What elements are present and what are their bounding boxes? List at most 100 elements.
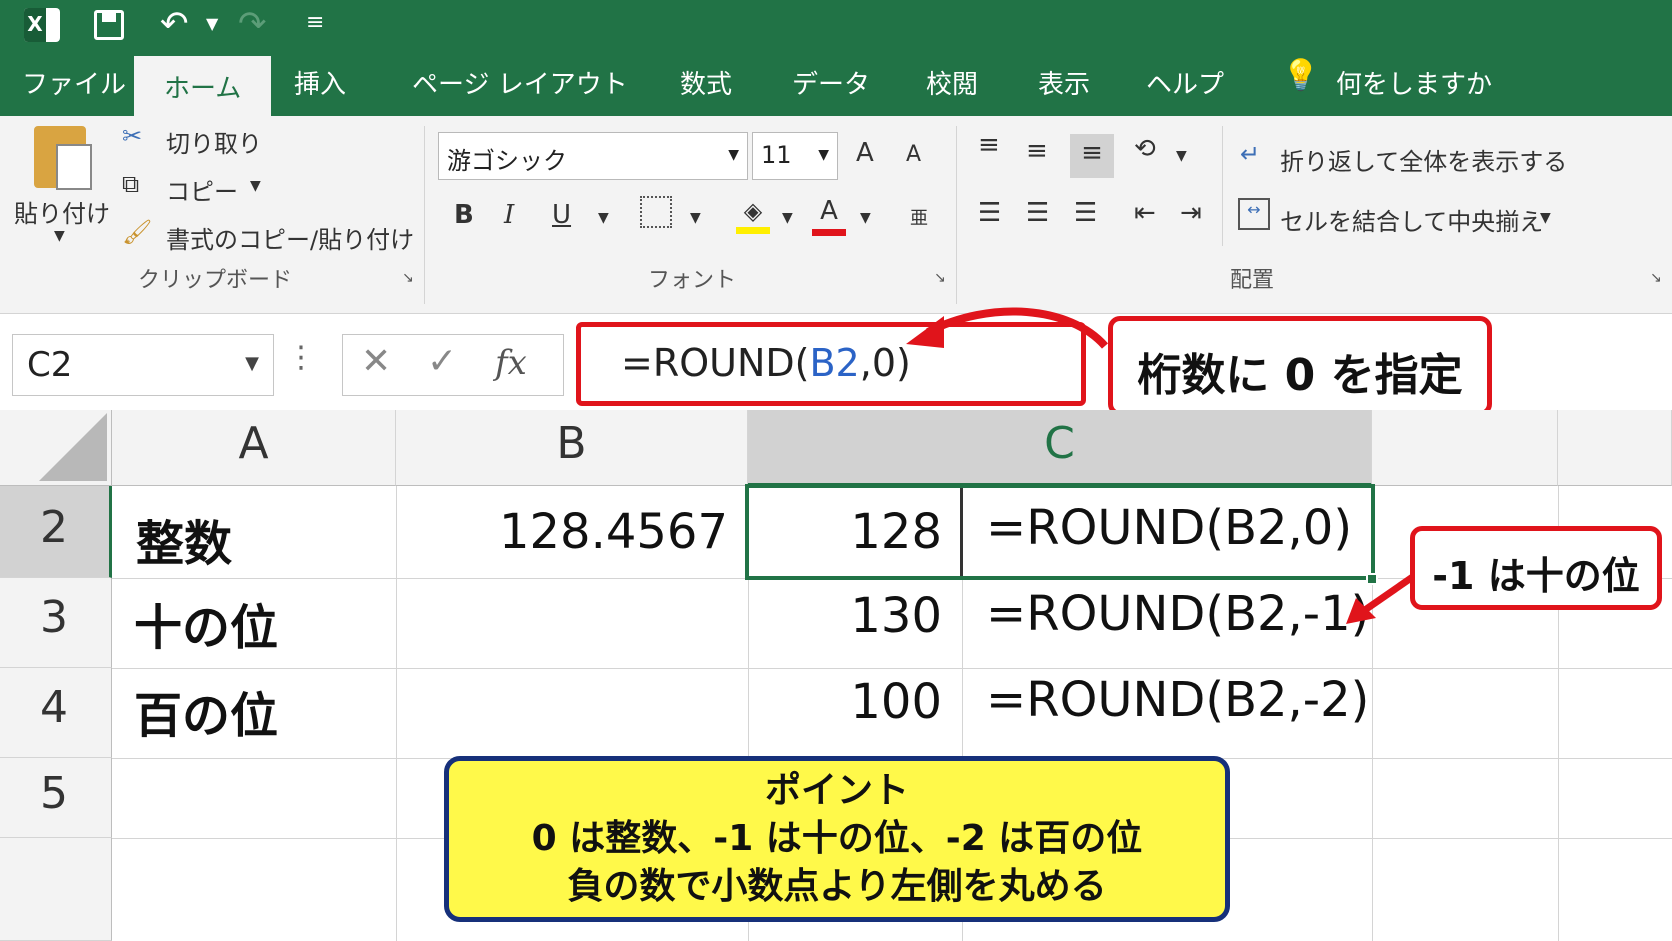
redo-icon[interactable]: ↷	[238, 4, 267, 44]
font-launcher-icon[interactable]: ↘	[934, 270, 946, 286]
paste-dropdown-icon[interactable]: ▼	[54, 228, 65, 244]
ribbon: 貼り付け ▼ ✂ 切り取り ⧉ コピー ▼ 🖌 書式のコピー/貼り付け クリップ…	[0, 116, 1672, 314]
clipboard-launcher-icon[interactable]: ↘	[402, 270, 414, 286]
copy-button[interactable]: コピー	[166, 172, 238, 207]
border-dropdown-icon[interactable]: ▼	[690, 210, 701, 226]
fill-color-icon[interactable]: ◈	[736, 196, 770, 234]
tab-view[interactable]: 表示	[1038, 64, 1090, 101]
row-header-6[interactable]	[0, 838, 112, 941]
merge-center-button[interactable]: セルを結合して中央揃え	[1280, 202, 1543, 237]
divider	[424, 126, 425, 304]
font-color-icon[interactable]: A	[812, 196, 846, 236]
arrow-icon	[1346, 573, 1416, 624]
tab-file[interactable]: ファイル	[22, 64, 126, 101]
bold-icon[interactable]: B	[454, 200, 474, 230]
column-header-a[interactable]: A	[112, 410, 396, 486]
row-header-2[interactable]: 2	[0, 486, 112, 578]
shrink-font-icon[interactable]: A	[906, 142, 921, 167]
fill-color-dropdown-icon[interactable]: ▼	[782, 210, 793, 226]
align-left-icon[interactable]: ☰	[978, 198, 1001, 228]
align-right-icon[interactable]: ☰	[1074, 198, 1097, 228]
cut-button[interactable]: 切り取り	[166, 124, 262, 159]
select-all-corner[interactable]	[0, 410, 112, 486]
cell-c2[interactable]: 128	[850, 504, 942, 560]
paste-icon[interactable]	[34, 126, 92, 190]
phonetic-icon[interactable]: 亜	[910, 204, 928, 230]
copy-icon[interactable]: ⧉	[122, 170, 139, 198]
align-middle-icon[interactable]: ≡	[1026, 136, 1048, 166]
point-title: ポイント	[764, 770, 909, 811]
merge-dropdown-icon[interactable]: ▼	[1540, 210, 1551, 226]
enter-icon[interactable]: ✓	[427, 341, 457, 382]
underline-icon[interactable]: U	[552, 200, 571, 230]
formula-buttons: ✕ ✓ fx	[342, 334, 564, 396]
tab-help[interactable]: ヘルプ	[1146, 64, 1224, 101]
cell-d2[interactable]: =ROUND(B2,0)	[986, 500, 1352, 556]
font-size-dropdown[interactable]: 11 ▼	[752, 132, 838, 180]
grid-line	[396, 486, 397, 941]
wrap-text-button[interactable]: 折り返して全体を表示する	[1280, 142, 1567, 177]
name-box-value: C2	[27, 345, 73, 385]
cell-c4[interactable]: 100	[850, 674, 942, 730]
scissors-icon[interactable]: ✂	[122, 122, 142, 150]
formula-prefix: =ROUND(	[621, 341, 810, 385]
border-icon[interactable]	[640, 196, 672, 228]
callout-tens: -1 は十の位	[1410, 526, 1662, 610]
tab-home[interactable]: ホーム	[134, 56, 272, 116]
cell-divider	[960, 488, 963, 576]
row-header-4[interactable]: 4	[0, 668, 112, 758]
paste-button[interactable]: 貼り付け	[14, 194, 110, 229]
column-header-c[interactable]: C	[748, 410, 1372, 486]
format-painter-button[interactable]: 書式のコピー/貼り付け	[166, 220, 414, 255]
align-center-icon[interactable]: ☰	[1026, 198, 1049, 228]
font-color-letter: A	[820, 196, 838, 226]
cell-a4[interactable]: 百の位	[134, 676, 278, 746]
wrap-text-icon[interactable]: ↵	[1240, 140, 1260, 168]
more-icon[interactable]: ⋮	[286, 340, 316, 375]
orientation-icon[interactable]: ⟲	[1134, 134, 1156, 164]
row-header-3[interactable]: 3	[0, 578, 112, 668]
tab-page-layout[interactable]: ページ レイアウト	[412, 64, 628, 101]
cell-b2[interactable]: 128.4567	[499, 504, 728, 560]
undo-icon[interactable]: ↶	[160, 4, 189, 44]
tab-formulas[interactable]: 数式	[680, 64, 732, 101]
name-box[interactable]: C2 ▼	[12, 334, 274, 396]
cell-a2[interactable]: 整数	[136, 504, 232, 574]
cancel-icon[interactable]: ✕	[361, 341, 391, 382]
orientation-dropdown-icon[interactable]: ▼	[1176, 148, 1187, 164]
insert-function-icon[interactable]: fx	[495, 343, 527, 383]
merge-center-icon[interactable]: ↔	[1238, 198, 1270, 230]
align-top-icon[interactable]: ≡	[978, 130, 1000, 160]
customize-toolbar-icon[interactable]: ≡	[306, 10, 324, 35]
alignment-group-label: 配置	[1230, 268, 1275, 293]
cell-d4[interactable]: =ROUND(B2,-2)	[986, 672, 1369, 728]
tell-me-search[interactable]: 何をしますか	[1336, 64, 1492, 101]
tab-data[interactable]: データ	[792, 64, 870, 101]
tab-review[interactable]: 校閲	[926, 64, 978, 101]
alignment-launcher-icon[interactable]: ↘	[1650, 270, 1662, 286]
font-color-dropdown-icon[interactable]: ▼	[860, 210, 871, 226]
formula-reference: B2	[809, 341, 860, 385]
tab-insert[interactable]: 挿入	[294, 64, 346, 101]
copy-dropdown-icon[interactable]: ▼	[250, 178, 261, 194]
format-painter-icon[interactable]: 🖌	[122, 218, 152, 246]
font-group-label: フォント	[648, 268, 737, 293]
decrease-indent-icon[interactable]: ⇤	[1134, 198, 1156, 228]
column-header-d[interactable]	[1372, 410, 1558, 486]
save-icon[interactable]	[94, 10, 124, 40]
increase-indent-icon[interactable]: ⇥	[1180, 198, 1202, 228]
excel-logo-icon: X	[24, 8, 60, 42]
align-bottom-icon[interactable]: ≡	[1070, 134, 1114, 178]
font-name-dropdown[interactable]: 游ゴシック ▼	[438, 132, 748, 180]
underline-dropdown-icon[interactable]: ▼	[598, 210, 609, 226]
cell-d3[interactable]: =ROUND(B2,-1)	[986, 586, 1369, 642]
row-header-5[interactable]: 5	[0, 758, 112, 838]
italic-icon[interactable]: I	[504, 200, 514, 230]
grow-font-icon[interactable]: A	[856, 138, 874, 168]
column-header-b[interactable]: B	[396, 410, 748, 486]
column-header-e[interactable]	[1558, 410, 1672, 486]
callout-digits: 桁数に 0 を指定	[1108, 316, 1492, 416]
cell-a3[interactable]: 十の位	[134, 588, 278, 658]
undo-dropdown-icon[interactable]: ▼	[206, 14, 218, 33]
cell-c3[interactable]: 130	[850, 588, 942, 644]
